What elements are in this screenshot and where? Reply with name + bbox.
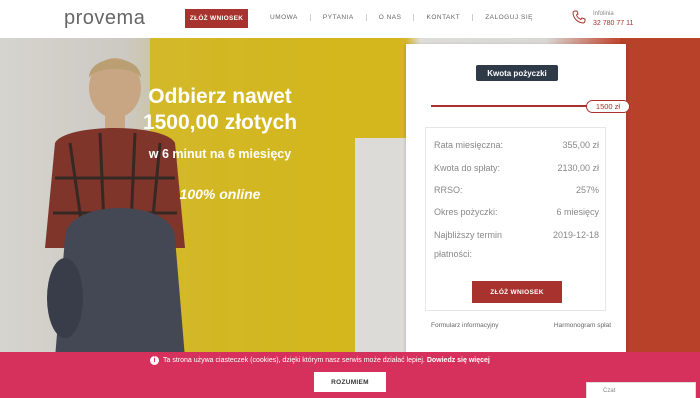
chat-label: Czat — [603, 387, 616, 394]
nav-item-login[interactable]: ZALOGUJ SIĘ — [473, 14, 545, 21]
calculator-links: Formularz informacyjny Harmonogram spłat — [431, 322, 611, 329]
summary-value: 2130,00 zł — [557, 163, 599, 173]
phone-icon — [572, 10, 586, 24]
hero-online: 100% online — [179, 186, 261, 202]
summary-label-continued: płatności: — [434, 249, 473, 259]
info-form-link[interactable]: Formularz informacyjny — [431, 322, 499, 329]
phone-label: Infolinia — [593, 11, 614, 17]
nav-item-pytania[interactable]: PYTANIA — [311, 14, 367, 21]
cookie-more-link[interactable]: Dowiedz się więcej — [427, 357, 490, 364]
summary-label: Kwota do spłaty: — [434, 163, 501, 173]
chat-widget[interactable]: Czat — [586, 382, 696, 398]
phone-block[interactable]: Infolinia 32 780 77 11 — [593, 10, 633, 28]
summary-label: Rata miesięczna: — [434, 140, 504, 150]
loan-summary: Rata miesięczna: 355,00 zł Kwota do spła… — [425, 127, 606, 311]
summary-row-installment: Rata miesięczna: 355,00 zł — [434, 140, 599, 150]
hero-headline-line2: 1500,00 złotych — [142, 111, 298, 134]
main-nav: UMOWA PYTANIA O NAS KONTAKT ZALOGUJ SIĘ — [258, 14, 545, 21]
nav-item-kontakt[interactable]: KONTAKT — [414, 14, 474, 21]
nav-item-o-nas[interactable]: O NAS — [367, 14, 415, 21]
loan-calculator: Kwota pożyczki 1500 zł Rata miesięczna: … — [406, 44, 630, 354]
logo-text: provema — [64, 7, 146, 29]
apply-button-header[interactable]: ZŁÓŻ WNIOSEK — [185, 9, 248, 28]
amount-slider-handle[interactable]: 1500 zł — [586, 100, 630, 113]
logo[interactable]: provema — [64, 7, 145, 30]
summary-row-period: Okres pożyczki: 6 miesięcy — [434, 207, 599, 217]
phone-number: 32 780 77 11 — [593, 20, 634, 27]
summary-value: 257% — [575, 185, 599, 195]
info-icon: i — [150, 356, 159, 365]
amount-slider-fill — [431, 105, 591, 107]
hero-headline: Odbierz nawet 1500,00 złotych — [120, 84, 320, 136]
summary-label: RRSO: — [434, 185, 463, 195]
cookie-accept-button[interactable]: ROZUMIEM — [314, 372, 386, 392]
hero-headline-line1: Odbierz nawet — [148, 85, 292, 108]
summary-label: Okres pożyczki: — [434, 207, 498, 217]
amount-badge: Kwota pożyczki — [476, 65, 558, 81]
cookie-message: i Ta strona używa ciasteczek (cookies), … — [150, 356, 490, 365]
hero-subline: w 6 minut na 6 miesięcy — [148, 147, 292, 161]
apply-button[interactable]: ZŁÓŻ WNIOSEK — [472, 281, 562, 303]
summary-row-rrso: RRSO: 257% — [434, 185, 599, 195]
summary-value: 2019-12-18 — [552, 230, 599, 240]
summary-value: 355,00 zł — [562, 140, 599, 150]
nav-item-umowa[interactable]: UMOWA — [258, 14, 311, 21]
summary-label: Najbliższy termin — [434, 230, 503, 240]
amount-slider-track[interactable] — [431, 105, 591, 107]
schedule-link[interactable]: Harmonogram spłat — [554, 322, 611, 329]
summary-row-due-date: Najbliższy termin 2019-12-18 — [434, 230, 599, 240]
summary-row-total: Kwota do spłaty: 2130,00 zł — [434, 163, 599, 173]
site-header: provema ZŁÓŻ WNIOSEK UMOWA PYTANIA O NAS… — [0, 0, 700, 38]
summary-value: 6 miesięcy — [556, 207, 599, 217]
cookie-text: Ta strona używa ciasteczek (cookies), dz… — [163, 357, 425, 364]
